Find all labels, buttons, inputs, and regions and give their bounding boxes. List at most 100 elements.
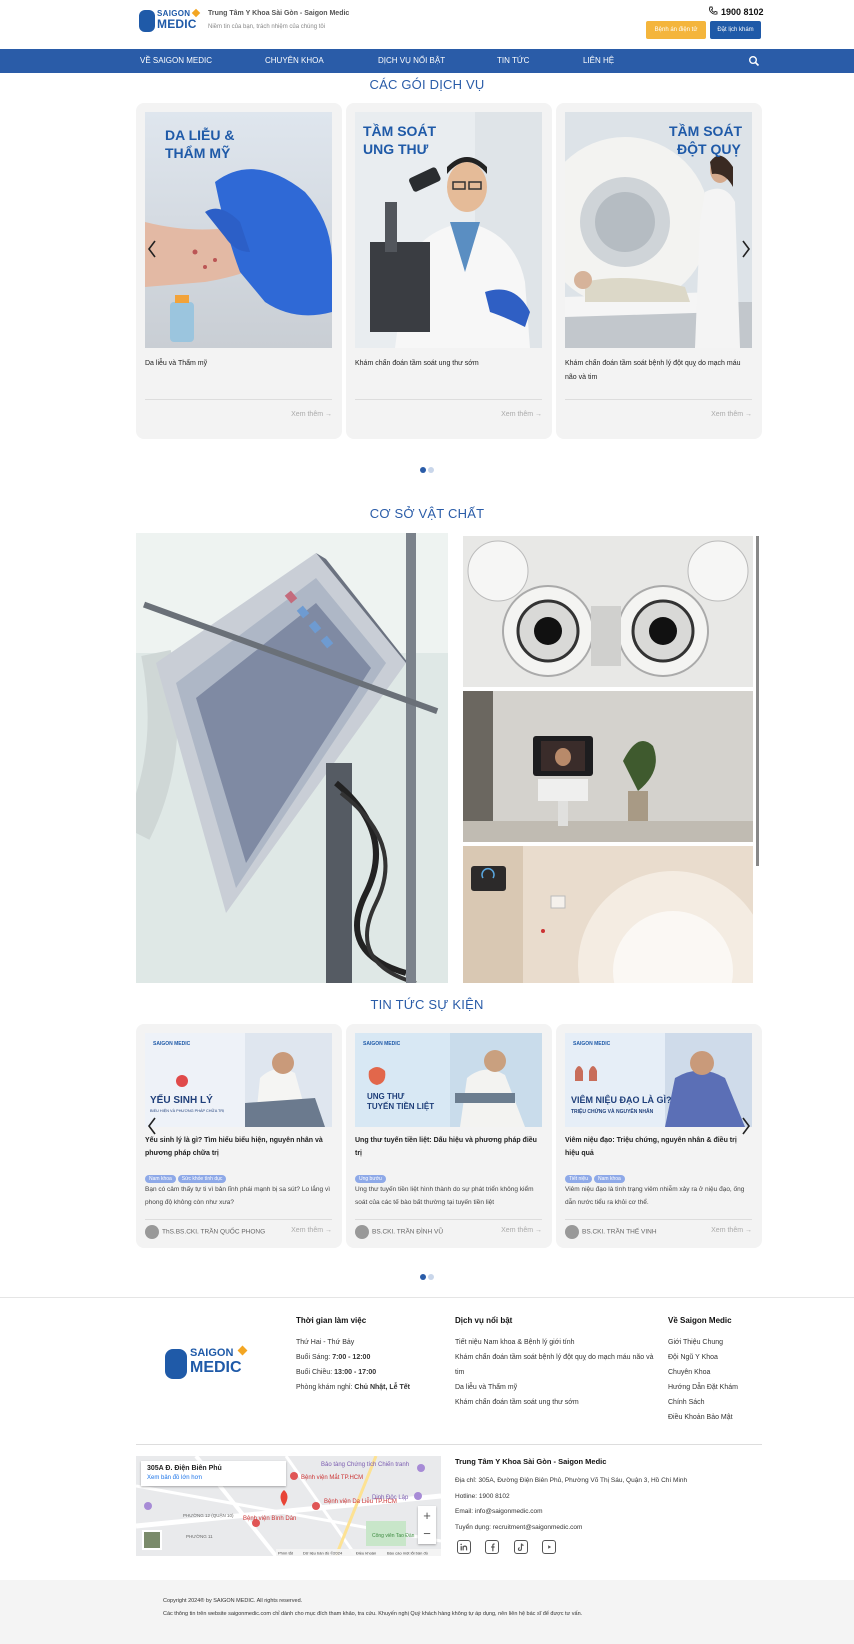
services-section-title: CÁC GÓI DỊCH VỤ [369,77,485,92]
service-card[interactable]: DA LIỄU & THẨM MỸ Da liễu và Thẩm mỹ Xem… [136,103,342,439]
read-more-link[interactable]: Xem thêm → [711,411,752,418]
page: SAIGON MEDIC Trung Tâm Y Khoa Sài Gòn - … [0,0,854,1644]
zoom-in-icon[interactable]: + [418,1506,436,1525]
read-more-link[interactable]: Xem thêm → [291,411,332,418]
footer-about-link[interactable]: Điều Khoản Bảo Mật [668,1410,738,1425]
carousel-dot[interactable] [428,1274,434,1280]
footer-about-link[interactable]: Giới Thiệu Chung [668,1335,738,1350]
map-place-name: 305A Đ. Điện Biên Phủ [147,1465,222,1472]
news-next-icon[interactable] [740,1116,752,1136]
phone-icon [709,6,718,15]
avatar [355,1225,369,1239]
news-section-title: TIN TỨC SỰ KIỆN [370,997,484,1012]
main-nav: VỀ SAIGON MEDIC CHUYÊN KHOA DỊCH VỤ NỔI … [0,49,854,73]
hours-days: Thứ Hai - Thứ Bảy [296,1339,355,1346]
map-attribution[interactable]: Điều khoản [356,1551,376,1556]
nav-featured-services[interactable]: DỊCH VỤ NỔI BẬT [378,49,445,73]
map-label: PHƯỜNG 11 [186,1533,213,1539]
news-card-title[interactable]: Ung thư tuyến tiền liệt: Dấu hiệu và phư… [355,1134,542,1160]
news-card-title[interactable]: Yếu sinh lý là gì? Tìm hiểu biểu hiện, n… [145,1134,332,1160]
news-card[interactable]: SAIGON MEDIC VIÊM NIỆU ĐẠO LÀ GÌ? TRIỆU … [556,1024,762,1248]
map-larger-link[interactable]: Xem bản đồ lớn hơn [147,1475,202,1481]
logo-star [191,8,201,18]
tiktok-icon[interactable] [513,1540,528,1554]
hours-afternoon-value: 13:00 - 17:00 [334,1369,377,1376]
carousel-dot-active[interactable] [420,467,426,473]
footer-service-link[interactable]: Da liễu và Thẩm mỹ [455,1380,655,1395]
contact-hotline-value[interactable]: 1900 8102 [479,1493,510,1500]
map-attribution[interactable]: Phím tắt [278,1551,294,1556]
footer-about-link[interactable]: Chính Sách [668,1395,738,1410]
divider [565,1219,752,1220]
linkedin-icon[interactable] [457,1540,471,1554]
arrow-right-icon: → [535,1227,542,1234]
tag[interactable]: Ung bướu [355,1175,386,1183]
carousel-dot[interactable] [428,467,434,473]
youtube-icon[interactable] [542,1540,557,1554]
news-prev-icon[interactable] [146,1116,158,1136]
map-attribution[interactable]: Báo cáo một lỗi bản đồ [387,1551,429,1556]
footer-logo[interactable]: SAIGON MEDIC [165,1345,248,1381]
map-satellite-toggle[interactable] [142,1530,162,1550]
logo[interactable]: SAIGON MEDIC [139,8,201,33]
contact-email-value[interactable]: info@saigonmedic.com [475,1508,543,1515]
read-more-link[interactable]: Xem thêm → [501,411,542,418]
service-card[interactable]: TẦM SOÁT UNG THƯ Khám chẩn đoán tầm soát… [346,103,552,439]
service-card[interactable]: TẦM SOÁT ĐỘT QUỴ Khám chẩn đoán tầm soát… [556,103,762,439]
news-card-excerpt: Viêm niệu đạo là tình trạng viêm nhiễm x… [565,1186,745,1206]
service-card-banner-line1: DA LIỄU & [165,127,234,143]
hours-afternoon: Buổi Chiều: 13:00 - 17:00 [296,1365,410,1380]
hours-morning-value: 7:00 - 12:00 [332,1354,371,1361]
facility-scrollbar[interactable] [756,536,759,866]
footer-about-link[interactable]: Đội Ngũ Y Khoa [668,1350,738,1365]
divider [145,399,332,400]
footer-hours-heading: Thời gian làm việc [296,1316,367,1325]
footer-logo-line1: SAIGON [190,1347,234,1359]
search-icon[interactable] [748,55,760,67]
news-carousel-dots [0,1267,854,1285]
read-more-link[interactable]: Xem thêm → [291,1227,332,1234]
facebook-icon[interactable] [485,1540,500,1554]
header-hotline[interactable]: 1900 8102 [708,6,764,17]
tag[interactable]: Sức khỏe tình dục [177,1175,227,1183]
news-card[interactable]: SAIGON MEDIC YẾU SINH LÝ BIỂU HIỆN VÀ PH… [136,1024,342,1248]
read-more-label: Xem thêm [291,1227,324,1234]
news-card[interactable]: SAIGON MEDIC UNG THƯ TUYẾN TIỀN LIỆT Ung… [346,1024,552,1248]
read-more-link[interactable]: Xem thêm → [501,1227,542,1234]
footer-service-link[interactable]: Khám chẩn đoán tầm soát bệnh lý đột quỵ … [455,1350,655,1380]
tag[interactable]: Nam khoa [145,1175,176,1183]
zoom-out-icon[interactable]: − [418,1525,436,1544]
footer-service-link[interactable]: Khám chẩn đoán tầm soát ung thư sớm [455,1395,655,1410]
footer-logo-mark [165,1349,187,1379]
contact-recruit-value[interactable]: recruitment@saigonmedic.com [493,1524,583,1531]
book-appointment-button[interactable]: Đặt lịch khám [710,21,761,39]
nav-contact[interactable]: LIÊN HỆ [583,49,614,73]
carousel-next-icon[interactable] [740,239,752,259]
carousel-dot-active[interactable] [420,1274,426,1280]
nav-news[interactable]: TIN TỨC [497,49,529,73]
read-more-link[interactable]: Xem thêm → [711,1227,752,1234]
footer-hours: Thời gian làm việc Thứ Hai - Thứ Bảy Buổ… [296,1316,410,1395]
hours-afternoon-label: Buổi Chiều: [296,1369,333,1376]
tag[interactable]: Nam khoa [594,1175,625,1183]
tag[interactable]: Tiết niệu [565,1175,592,1183]
news-card-image: SAIGON MEDIC UNG THƯ TUYẾN TIỀN LIỆT [355,1033,542,1127]
news-card-title[interactable]: Viêm niệu đạo: Triệu chứng, nguyên nhân … [565,1134,752,1160]
footer-about: Về Saigon Medic Giới Thiệu Chung Đội Ngũ… [668,1316,738,1425]
service-card-image: TẦM SOÁT ĐỘT QUỴ [565,112,752,348]
footer-about-link[interactable]: Hướng Dẫn Đặt Khám [668,1380,738,1395]
arrow-right-icon: → [535,411,542,418]
location-map[interactable]: Bảo tàng Chứng tích Chiến tranh Bệnh việ… [136,1456,441,1556]
carousel-prev-icon[interactable] [146,239,158,259]
facilities-section-title: CƠ SỞ VẬT CHẤT [369,506,485,521]
medical-record-button[interactable]: Bệnh án điện tử [646,21,706,39]
author-name: BS.CKI. TRẦN THẾ VINH [582,1228,657,1236]
hours-off: Phòng khám nghỉ: Chủ Nhật, Lễ Tết [296,1380,410,1395]
divider [355,399,542,400]
nav-about[interactable]: VỀ SAIGON MEDIC [140,49,212,73]
service-card-banner-line2: ĐỘT QUỴ [677,140,741,157]
news-card-image: SAIGON MEDIC YẾU SINH LÝ BIỂU HIỆN VÀ PH… [145,1033,332,1127]
footer-about-link[interactable]: Chuyên Khoa [668,1365,738,1380]
nav-specialties[interactable]: CHUYÊN KHOA [265,49,324,73]
footer-service-link[interactable]: Tiết niệu Nam khoa & Bệnh lý giới tính [455,1335,655,1350]
